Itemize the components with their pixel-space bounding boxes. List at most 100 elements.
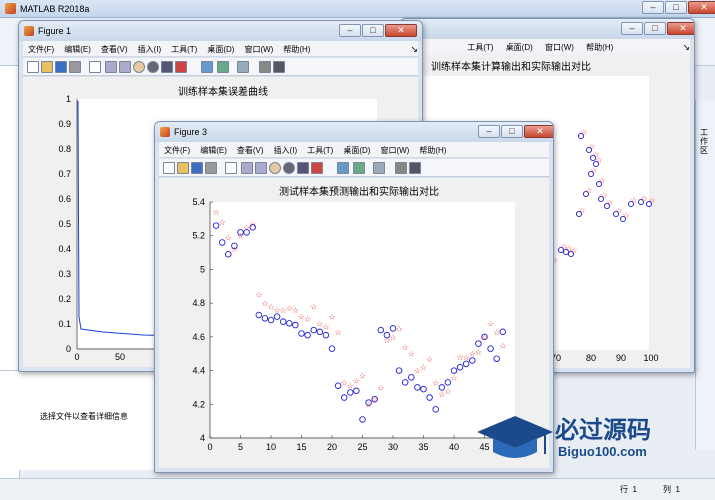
menu-item[interactable]: 桌面(D) [338,142,375,156]
data-point-star: ☆ [225,233,232,242]
x-tick-label: 0 [207,442,212,452]
figure2-point-star: ☆ [630,196,637,205]
figure3-close-button[interactable]: ✕ [524,125,553,138]
data-point-star: ☆ [432,378,439,387]
figure1-minimize-button[interactable]: – [339,24,361,37]
workspace-label[interactable]: 工作区 [697,128,711,155]
close-button[interactable]: ✕ [688,1,715,14]
menu-item[interactable]: 窗口(W) [239,41,278,55]
pan-icon[interactable] [269,162,281,174]
y-tick-label: 5.2 [192,231,205,241]
brush-icon[interactable] [175,61,187,73]
matlab-title: MATLAB R2018a [20,4,90,14]
figure1-ytick: 0.5 [58,219,71,229]
save-icon[interactable] [191,162,203,174]
matlab-logo-icon [5,3,16,14]
figure2-menu-tools[interactable]: 工具(T) [462,39,498,53]
menu-item[interactable]: 帮助(H) [278,41,315,55]
minimize-button[interactable]: – [642,1,664,14]
zoom-in-icon[interactable] [105,61,117,73]
figure-icon [160,127,170,137]
figure2-point-star: ☆ [648,196,655,205]
data-point-star: ☆ [322,323,329,332]
figure2-xtick: 80 [586,353,596,363]
print-icon[interactable] [205,162,217,174]
figure2-maximize-button[interactable]: □ [644,22,666,35]
new-file-icon[interactable] [163,162,175,174]
data-cursor-icon[interactable] [161,61,173,73]
figure2-dock-icon[interactable]: ↘ [682,42,690,53]
menu-item[interactable]: 帮助(H) [414,142,451,156]
figure1-maximize-button[interactable]: □ [362,24,384,37]
menu-item[interactable]: 窗口(W) [375,142,414,156]
colorbar-icon[interactable] [217,61,229,73]
figure2-minimize-button[interactable]: – [621,22,643,35]
open-folder-icon[interactable] [41,61,53,73]
menu-item[interactable]: 工具(T) [302,142,338,156]
figure1-ytick: 0.9 [58,119,71,129]
menu-item[interactable]: 文件(F) [23,41,59,55]
data-point-star: ☆ [493,328,500,337]
status-bar: 行 1 列 1 [0,478,715,500]
dock-icon[interactable] [273,61,285,73]
figure1-xtick: 0 [74,352,79,362]
brush-icon[interactable] [311,162,323,174]
figure2-close-button[interactable]: ✕ [667,22,694,35]
x-tick-label: 20 [327,442,337,452]
link-icon[interactable] [201,61,213,73]
legend-icon[interactable] [237,61,249,73]
x-tick-label: 40 [449,442,459,452]
figure2-menu-desktop[interactable]: 桌面(D) [501,39,538,53]
data-point-star: ☆ [371,395,378,404]
rotate-icon[interactable] [147,61,159,73]
data-cursor-icon[interactable] [297,162,309,174]
figure3-minimize-button[interactable]: – [478,125,500,138]
menu-item[interactable]: 文件(F) [159,142,195,156]
figure2-menu-window[interactable]: 窗口(W) [540,39,579,53]
legend-icon[interactable] [373,162,385,174]
graduation-cap-icon [477,416,553,458]
figure-icon [24,26,34,36]
menu-item[interactable]: 编辑(E) [59,41,96,55]
maximize-button[interactable]: □ [665,1,687,14]
menu-item[interactable]: 桌面(D) [202,41,239,55]
pan-icon[interactable] [133,61,145,73]
figure1-title: Figure 1 [38,26,72,36]
print-icon[interactable] [69,61,81,73]
figure2-point-star: ☆ [585,186,592,195]
save-icon[interactable] [55,61,67,73]
figure2-menu-help[interactable]: 帮助(H) [581,39,618,53]
figure3-axes-bg [210,202,515,438]
zoom-in-icon[interactable] [241,162,253,174]
new-file-icon[interactable] [27,61,39,73]
dock-icon[interactable] [409,162,421,174]
figure3-window-controls: – □ ✕ [478,125,553,138]
zoom-out-icon[interactable] [119,61,131,73]
link-icon[interactable] [337,162,349,174]
hide-tools-icon[interactable] [259,61,271,73]
menu-item[interactable]: 工具(T) [166,41,202,55]
hide-tools-icon[interactable] [395,162,407,174]
figure1-ytick: 0.2 [58,294,71,304]
figure2-point-star: ☆ [580,128,587,137]
menu-item[interactable]: 查看(V) [232,142,269,156]
pointer-icon[interactable] [225,162,237,174]
data-point-star: ☆ [475,348,482,357]
pointer-icon[interactable] [89,61,101,73]
zoom-out-icon[interactable] [255,162,267,174]
menu-item[interactable]: 插入(I) [133,41,167,55]
colorbar-icon[interactable] [353,162,365,174]
x-tick-label: 25 [357,442,367,452]
figure1-ytick: 0.8 [58,144,71,154]
menu-item[interactable]: 插入(I) [269,142,303,156]
figure1-ytick: 0.6 [58,194,71,204]
menu-item[interactable]: 编辑(E) [195,142,232,156]
figure3-maximize-button[interactable]: □ [501,125,523,138]
details-panel: 选择文件以查看详细信息 [0,370,160,470]
open-folder-icon[interactable] [177,162,189,174]
menu-item[interactable]: 查看(V) [96,41,133,55]
rotate-icon[interactable] [283,162,295,174]
figure2-point-star: ☆ [640,194,647,203]
figure1-close-button[interactable]: ✕ [385,24,417,37]
figure1-dock-icon[interactable]: ↘ [410,44,418,55]
